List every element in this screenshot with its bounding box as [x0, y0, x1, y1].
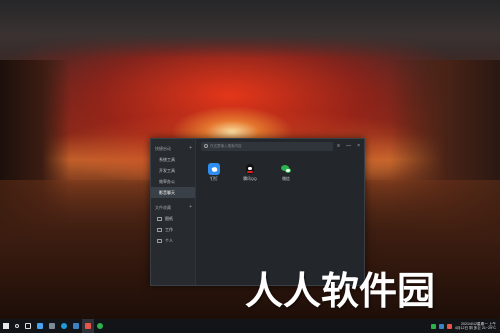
- taskbar-search-button[interactable]: [12, 319, 22, 333]
- app-wechat[interactable]: 微信: [275, 163, 297, 182]
- clock-line-2: 4月12日 阴 多云 21~29°C: [454, 326, 496, 330]
- sidebar-group-label: 快捷启动: [155, 145, 171, 151]
- search-placeholder: 在这里输入搜索内容: [210, 143, 242, 148]
- edge-icon: [61, 323, 67, 329]
- taskbar-task-view[interactable]: [22, 319, 34, 333]
- sidebar-folder-personal[interactable]: 个人: [151, 235, 195, 246]
- system-tray: 2021/4/12星期一 上午 4月12日 阴 多云 21~29°C: [430, 322, 500, 330]
- tray-app-icon[interactable]: [446, 323, 452, 329]
- sidebar-group-file-favorites[interactable]: 文件收藏 +: [151, 202, 195, 213]
- sidebar-group-label: 文件收藏: [155, 204, 171, 210]
- sidebar-folder-drawings[interactable]: 图纸: [151, 213, 195, 224]
- start-button[interactable]: [0, 319, 12, 333]
- taskbar-app-2[interactable]: [46, 319, 58, 333]
- wechat-tray-icon[interactable]: [430, 323, 436, 329]
- search-input[interactable]: 在这里输入搜索内容: [201, 141, 334, 151]
- launcher-icon: [85, 323, 91, 329]
- menu-icon[interactable]: ≡: [337, 143, 340, 149]
- wallpaper-rock-arch: [0, 0, 500, 58]
- sidebar-item-media-chat[interactable]: 影音聊天: [151, 187, 195, 198]
- wechat-icon: [97, 323, 103, 329]
- sidebar-item-dev-tools[interactable]: 开发工具: [151, 165, 195, 176]
- sidebar-group-quick-launch[interactable]: 快捷启动 +: [151, 143, 195, 154]
- sidebar-folder-label: 工作: [165, 226, 173, 232]
- sidebar-item-system-tools[interactable]: 系统工具: [151, 154, 195, 165]
- taskbar-app-wechat[interactable]: [94, 319, 106, 333]
- launcher-sidebar: 快捷启动 + 系统工具 开发工具 效率办公 影音聊天 文件收藏 + 图纸 工作 …: [151, 139, 196, 285]
- folder-icon: [157, 227, 162, 232]
- app-icon: [49, 323, 55, 329]
- watermark-text: 人人软件园: [245, 269, 436, 313]
- sidebar-folder-work[interactable]: 工作: [151, 224, 195, 235]
- add-icon[interactable]: +: [189, 205, 192, 210]
- taskbar-app-3[interactable]: [70, 319, 82, 333]
- launcher-window: 快捷启动 + 系统工具 开发工具 效率办公 影音聊天 文件收藏 + 图纸 工作 …: [150, 138, 365, 286]
- search-icon: [15, 324, 19, 328]
- taskbar-app-edge[interactable]: [58, 319, 70, 333]
- app-grid: 钉钉 腾讯QQ 微信: [196, 153, 364, 182]
- taskbar-app-launcher[interactable]: [82, 319, 94, 333]
- app-icon: [37, 323, 43, 329]
- taskbar: 2021/4/12星期一 上午 4月12日 阴 多云 21~29°C: [0, 319, 500, 333]
- add-icon[interactable]: +: [189, 146, 192, 151]
- sidebar-folder-label: 个人: [165, 237, 173, 243]
- task-view-icon: [25, 323, 31, 329]
- app-dingtalk[interactable]: 钉钉: [203, 163, 225, 182]
- minimize-icon[interactable]: —: [346, 143, 351, 149]
- app-label: 微信: [282, 177, 290, 181]
- app-label: 钉钉: [210, 177, 218, 181]
- launcher-topbar: 在这里输入搜索内容 ≡ — ×: [196, 139, 364, 153]
- windows-logo-icon: [3, 323, 9, 329]
- app-label: 腾讯QQ: [243, 177, 257, 181]
- sidebar-item-office[interactable]: 效率办公: [151, 176, 195, 187]
- launcher-main: 在这里输入搜索内容 ≡ — × 钉钉 腾讯QQ 微信: [196, 139, 364, 285]
- window-controls: ≡ — ×: [337, 143, 360, 149]
- folder-icon: [157, 238, 162, 243]
- taskbar-clock[interactable]: 2021/4/12星期一 上午 4月12日 阴 多云 21~29°C: [455, 322, 496, 330]
- folder-icon: [157, 216, 162, 221]
- qq-icon: [244, 163, 256, 175]
- taskbar-app-1[interactable]: [34, 319, 46, 333]
- sidebar-folder-label: 图纸: [165, 215, 173, 221]
- close-icon[interactable]: ×: [357, 143, 360, 149]
- dingtalk-icon: [208, 163, 220, 175]
- app-qq[interactable]: 腾讯QQ: [239, 163, 261, 182]
- tray-app-icon[interactable]: [438, 323, 444, 329]
- search-icon: [204, 144, 208, 148]
- app-icon: [73, 323, 79, 329]
- wechat-icon: [280, 163, 292, 175]
